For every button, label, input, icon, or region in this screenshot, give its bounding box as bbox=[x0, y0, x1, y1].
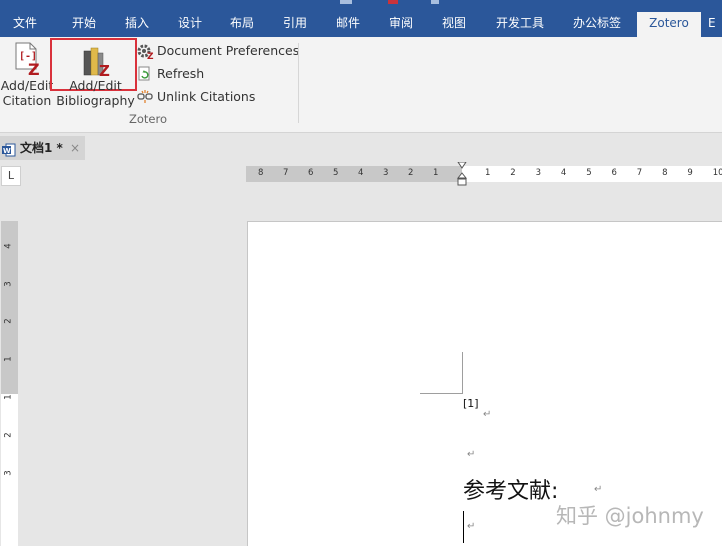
add-edit-bibliography-label-line2: Bibliography bbox=[56, 93, 135, 108]
ruler-number: 4 bbox=[3, 243, 14, 249]
ruler-number: 3 bbox=[3, 281, 14, 287]
tab-references[interactable]: 引用 bbox=[270, 12, 320, 37]
paragraph-mark: ↵ bbox=[483, 409, 492, 420]
ruler-number: 2 bbox=[3, 318, 14, 324]
ribbon-tab-bar: 文件 开始 插入 设计 布局 引用 邮件 审阅 视图 开发工具 办公标签 Zot… bbox=[0, 0, 722, 37]
citation-marker[interactable]: [1] bbox=[463, 397, 479, 410]
bibliography-books-icon: Z bbox=[82, 45, 112, 80]
add-edit-citation-button[interactable]: [-] Z Add/Edit Citation bbox=[0, 37, 54, 119]
document-tab[interactable]: W 文档1 * × bbox=[0, 136, 85, 160]
ruler-number: 2 bbox=[408, 168, 414, 178]
text-cursor bbox=[463, 511, 464, 543]
ruler-number: 1 bbox=[3, 356, 14, 362]
tab-office-tab[interactable]: 办公标签 bbox=[563, 12, 631, 37]
add-edit-bibliography-button[interactable]: Z bbox=[50, 38, 137, 91]
tab-file[interactable]: 文件 bbox=[0, 12, 50, 37]
ruler-number: 1 bbox=[485, 168, 491, 178]
tab-mailings[interactable]: 邮件 bbox=[323, 12, 373, 37]
gear-icon: Z bbox=[137, 43, 154, 62]
ruler-number: 6 bbox=[308, 168, 314, 178]
margin-crop-mark bbox=[462, 352, 463, 393]
tab-view[interactable]: 视图 bbox=[429, 12, 479, 37]
ruler-number: 4 bbox=[358, 168, 364, 178]
svg-text:Z: Z bbox=[99, 62, 110, 77]
tab-developer[interactable]: 开发工具 bbox=[487, 12, 553, 37]
refresh-icon bbox=[137, 66, 153, 82]
bibliography-heading[interactable]: 参考文献: bbox=[463, 473, 558, 505]
unlink-icon bbox=[137, 89, 153, 105]
tab-layout[interactable]: 布局 bbox=[217, 12, 267, 37]
group-separator bbox=[298, 43, 299, 123]
ruler-number: 6 bbox=[611, 168, 617, 178]
word-doc-icon: W bbox=[2, 141, 16, 157]
title-bar-fragment bbox=[388, 0, 398, 4]
svg-text:W: W bbox=[3, 147, 11, 155]
document-tab-title: 文档1 * bbox=[20, 141, 63, 155]
ruler-number: 3 bbox=[383, 168, 389, 178]
ruler-number: 2 bbox=[3, 432, 14, 438]
ruler-number: 5 bbox=[586, 168, 592, 178]
paragraph-mark: ↵ bbox=[594, 484, 603, 495]
title-bar-fragment bbox=[340, 0, 352, 4]
tab-design[interactable]: 设计 bbox=[165, 12, 215, 37]
add-edit-citation-label-line1: Add/Edit bbox=[0, 78, 54, 93]
ruler-number: 4 bbox=[560, 168, 567, 178]
margin-crop-mark bbox=[420, 393, 463, 394]
ribbon-panel: [-] Z Add/Edit Citation Z Add/Edit Bibli… bbox=[0, 37, 722, 133]
ruler-number: 1 bbox=[3, 394, 14, 400]
ruler-number: 8 bbox=[258, 168, 264, 178]
horizontal-ruler[interactable]: 8 7 6 5 4 3 2 1 1 2 3 4 5 6 7 8 9 10 bbox=[246, 161, 722, 186]
tab-review[interactable]: 审阅 bbox=[376, 12, 426, 37]
paragraph-mark: ↵ bbox=[467, 521, 476, 532]
ruler-number: 7 bbox=[636, 168, 643, 178]
document-tab-strip: W 文档1 * × bbox=[0, 133, 722, 161]
ruler-number: 1 bbox=[433, 168, 439, 178]
watermark: 知乎 @johnmy bbox=[556, 504, 704, 528]
indent-marker-icon[interactable] bbox=[456, 161, 468, 188]
tab-home[interactable]: 开始 bbox=[59, 12, 109, 37]
add-edit-citation-label-line2: Citation bbox=[2, 93, 52, 108]
paragraph-mark: ↵ bbox=[467, 449, 476, 460]
svg-text:Z: Z bbox=[28, 60, 40, 76]
tab-insert[interactable]: 插入 bbox=[112, 12, 162, 37]
add-edit-citation-icon: [-] Z bbox=[13, 42, 43, 79]
ruler-number: 3 bbox=[3, 470, 14, 476]
zotero-group-label: Zotero bbox=[128, 112, 167, 126]
close-tab-icon[interactable]: × bbox=[70, 136, 80, 160]
document-preferences-label: Document Preferences bbox=[157, 43, 300, 58]
ruler-number: 9 bbox=[687, 168, 693, 178]
title-bar-fragment bbox=[431, 0, 439, 4]
unlink-citations-label: Unlink Citations bbox=[157, 89, 256, 104]
svg-text:Z: Z bbox=[147, 52, 154, 59]
refresh-label: Refresh bbox=[157, 66, 205, 81]
ruler-left-margin bbox=[246, 166, 462, 182]
ruler-number: 8 bbox=[662, 168, 668, 178]
tab-overflow[interactable]: E bbox=[708, 12, 722, 37]
vertical-ruler[interactable]: 4 3 2 1 1 2 3 bbox=[1, 221, 18, 546]
tab-selector[interactable]: L bbox=[1, 166, 21, 186]
ruler-number: 5 bbox=[333, 168, 339, 178]
ruler-number: 3 bbox=[535, 168, 542, 178]
ruler-number: 7 bbox=[283, 168, 289, 178]
tab-zotero[interactable]: Zotero bbox=[637, 12, 701, 37]
ruler-number: 2 bbox=[510, 168, 516, 178]
ruler-number: 10 bbox=[712, 168, 722, 178]
